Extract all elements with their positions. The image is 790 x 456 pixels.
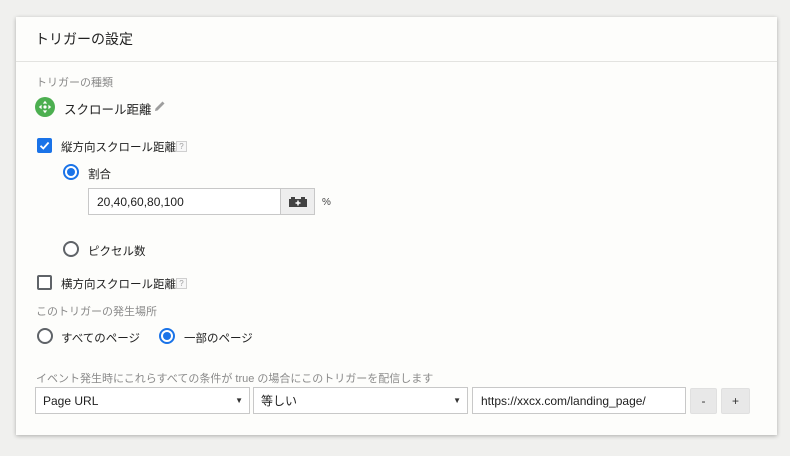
trigger-type-name: スクロール距離 xyxy=(64,103,152,117)
variable-select-value: Page URL xyxy=(43,393,99,408)
variable-brick-icon xyxy=(288,196,307,207)
some-pages-radio[interactable] xyxy=(159,328,175,344)
percent-radio[interactable] xyxy=(63,164,79,180)
operator-select[interactable]: 等しい ▼ xyxy=(253,387,468,414)
horizontal-help-icon[interactable]: ? xyxy=(176,278,187,289)
percent-unit: % xyxy=(322,197,331,208)
operator-select-value: 等しい xyxy=(261,394,298,408)
vertical-scroll-label: 縦方向スクロール距離 xyxy=(61,142,176,154)
pixels-label: ピクセル数 xyxy=(88,246,146,258)
edit-trigger-type-button[interactable] xyxy=(154,99,166,117)
insert-variable-button[interactable] xyxy=(281,188,315,215)
vertical-scroll-checkbox[interactable] xyxy=(37,138,52,153)
pencil-icon xyxy=(155,101,165,111)
trigger-type-label: トリガーの種類 xyxy=(36,77,113,89)
condition-label: イベント発生時にこれらすべての条件が true の場合にこのトリガーを配信します xyxy=(36,373,434,385)
trigger-config-card: トリガーの設定 トリガーの種類 スクロール距離 縦方向スクロール距離 ? 割合 … xyxy=(16,17,777,435)
condition-value-input[interactable]: https://xxcx.com/landing_page/ xyxy=(472,387,686,414)
dropdown-caret-icon: ▼ xyxy=(453,396,461,405)
percent-label: 割合 xyxy=(88,169,111,181)
all-pages-radio[interactable] xyxy=(37,328,53,344)
fire-on-label: このトリガーの発生場所 xyxy=(36,306,157,318)
card-title: トリガーの設定 xyxy=(35,31,133,47)
add-condition-button[interactable]: + xyxy=(721,388,750,414)
move-arrows-icon xyxy=(38,100,52,114)
pixels-radio[interactable] xyxy=(63,241,79,257)
percent-values-input[interactable]: 20,40,60,80,100 xyxy=(88,188,281,215)
vertical-help-icon[interactable]: ? xyxy=(176,141,187,152)
horizontal-scroll-label: 横方向スクロール距離 xyxy=(61,279,176,291)
variable-select[interactable]: Page URL ▼ xyxy=(35,387,250,414)
check-icon xyxy=(39,141,50,150)
remove-condition-button[interactable]: - xyxy=(690,388,717,414)
horizontal-scroll-checkbox[interactable] xyxy=(37,275,52,290)
all-pages-label: すべてのページ xyxy=(61,333,141,345)
card-header: トリガーの設定 xyxy=(16,17,777,62)
scroll-trigger-icon xyxy=(35,97,55,117)
some-pages-label: 一部のページ xyxy=(184,333,253,345)
dropdown-caret-icon: ▼ xyxy=(235,396,243,405)
